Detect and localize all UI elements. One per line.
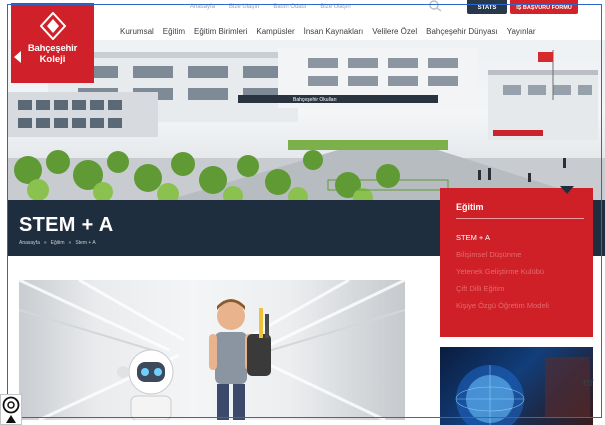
breadcrumb-separator-icon: » <box>43 240 47 246</box>
nav-item-bahcesehir-dunyasi[interactable]: Bahçeşehir Dünyası <box>426 27 498 36</box>
utility-links: Anasayfa Bize Ulaşın Basın Odası Bize Ul… <box>190 0 351 14</box>
breadcrumb-item-current: Stem + A <box>75 240 96 246</box>
nav-item-velilere-ozel[interactable]: Velilere Özel <box>372 27 417 36</box>
nav-item-yayinlar[interactable]: Yayınlar <box>507 27 536 36</box>
side-menu-item-kisiye-ozgu[interactable]: Kişiye Özgü Öğretim Modeli <box>456 301 549 310</box>
hero-sign-text: Bahçeşehir Okulları <box>293 97 337 103</box>
side-menu-item-bilisimsel-dusunme[interactable]: Bilişimsel Düşünme <box>456 250 521 259</box>
side-menu-item-yetenek-gelistirme[interactable]: Yetenek Geliştirme Kulübü <box>456 267 544 276</box>
chevron-left-icon[interactable] <box>12 50 22 64</box>
side-menu-item-stem-a[interactable]: STEM + A <box>456 233 490 242</box>
attribution-icon <box>6 415 16 423</box>
logo-line2: Koleji <box>39 54 66 65</box>
side-menu-notch <box>560 186 574 194</box>
logo-emblem-icon <box>39 12 66 40</box>
side-menu-divider <box>456 218 584 219</box>
breadcrumb: Anasayfa » Eğitim » Stem + A <box>19 240 96 246</box>
search-icon[interactable] <box>428 0 442 12</box>
bahcesehir-logo[interactable]: Bahçeşehir Koleji <box>11 3 94 83</box>
utility-link[interactable]: Anasayfa <box>190 4 215 10</box>
nav-item-kurumsal[interactable]: Kurumsal <box>120 27 154 36</box>
nav-item-egitim[interactable]: Eğitim <box>163 27 185 36</box>
tech-globe-thumbnail[interactable] <box>440 347 593 425</box>
cc-icon <box>2 396 20 414</box>
breadcrumb-item-egitim[interactable]: Eğitim <box>51 240 65 246</box>
breadcrumb-item-anasayfa[interactable]: Anasayfa <box>19 240 40 246</box>
page-title: STEM + A <box>19 214 114 236</box>
nav-item-kampusler[interactable]: Kampüsler <box>256 27 294 36</box>
side-menu: Eğitim STEM + A Bilişimsel Düşünme Yeten… <box>440 188 593 337</box>
apply-form-button[interactable]: İŞ BAŞVURU FORMU <box>510 0 578 14</box>
utility-link[interactable]: Bize Ulaşın <box>320 4 350 10</box>
utility-link[interactable]: Bize Ulaşın <box>229 4 259 10</box>
breadcrumb-separator-icon: » <box>68 240 72 246</box>
nav-item-egitim-birimleri[interactable]: Eğitim Birimleri <box>194 27 247 36</box>
hero-campus-illustration: Bahçeşehir Okulları <box>8 40 605 203</box>
side-menu-item-cift-dilli-egitim[interactable]: Çift Dilli Eğitim <box>456 284 504 293</box>
main-nav: Kurumsal Eğitim Eğitim Birimleri Kampüsl… <box>120 27 536 36</box>
side-menu-title: Eğitim <box>456 202 484 212</box>
page-frame: Bahçeşehir Okulları Bahçeşehir Koleji An… <box>0 0 605 425</box>
side-image-caption: er <box>583 375 594 389</box>
stats-button[interactable]: STATS <box>467 0 507 14</box>
creative-commons-badge <box>0 394 22 425</box>
nav-item-insan-kaynaklari[interactable]: İnsan Kaynakları <box>304 27 364 36</box>
stem-kid-robot-image <box>19 280 405 420</box>
logo-line1: Bahçeşehir <box>27 43 78 54</box>
utility-link[interactable]: Basın Odası <box>273 4 306 10</box>
